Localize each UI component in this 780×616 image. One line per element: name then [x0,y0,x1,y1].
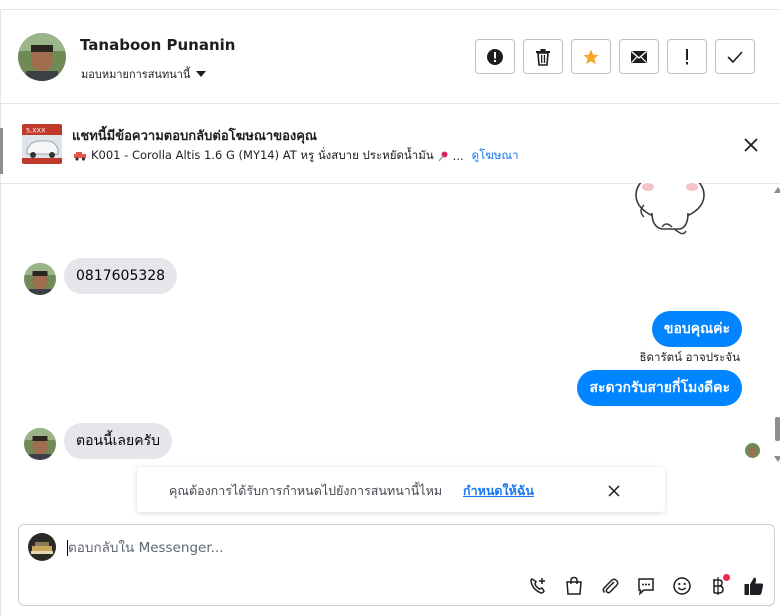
smiley-icon [673,577,691,595]
ad-side-tab [0,128,3,174]
delete-button[interactable] [523,39,563,74]
outgoing-message-bubble[interactable]: สะดวกรับสายกี่โมงดีคะ [577,370,742,406]
seen-indicator-avatar [745,443,760,458]
ad-banner-title: แชทนี้มีข้อความตอบกลับต่อโฆษณาของคุณ [72,129,317,144]
scroll-down-arrow[interactable] [774,456,780,462]
shop-button[interactable] [561,573,587,599]
composer-toolbar [525,573,767,599]
ad-ellipsis: ... [452,149,464,163]
attach-file-button[interactable] [597,573,623,599]
incoming-message-bubble[interactable]: ตอนนี้เลยครับ [64,423,172,459]
car-icon [74,152,86,161]
bunny-sticker [628,170,718,238]
close-icon [608,485,620,497]
conversation-header: Tanaboon Punanin มอบหมายการสนทนานี้ [0,10,780,104]
paperclip-icon [602,578,619,594]
like-button[interactable] [741,573,767,599]
payment-button[interactable] [705,573,731,599]
add-call-icon [530,578,545,594]
mark-done-button[interactable] [715,39,755,74]
caret-down-icon [196,71,207,77]
ad-product-text: K001 - Corolla Altis 1.6 G (MY14) AT หรู… [91,148,434,162]
star-button[interactable] [571,39,611,74]
close-ad-banner-button[interactable] [741,135,761,155]
saved-replies-button[interactable] [633,573,659,599]
thumbs-up-icon [744,577,764,595]
assign-prompt-text: คุณต้องการได้รับการกำหนดไปยังการสนทนานี้… [169,483,443,498]
ad-reply-banner: 5,XXX แชทนี้มีข้อความตอบกลับต่อโฆษณาของค… [0,104,780,184]
assign-prompt-toast: คุณต้องการได้รับการกำหนดไปยังการสนทนานี้… [137,467,665,512]
notification-dot [723,574,730,581]
mark-unread-button[interactable] [619,39,659,74]
speech-bubble-icon [638,578,654,596]
shopping-bag-icon [566,576,582,595]
contact-avatar[interactable] [18,33,66,81]
contact-message-avatar[interactable] [24,428,56,460]
close-toast-button[interactable] [607,483,621,497]
incoming-message-bubble[interactable]: 0817605328 [64,258,178,294]
assign-conversation-dropdown[interactable]: มอบหมายการสนทนานี้ [81,65,207,83]
message-composer [18,524,775,606]
emoji-button[interactable] [669,573,695,599]
assign-label: มอบหมายการสนทนานี้ [81,68,191,81]
assign-to-me-link[interactable]: กำหนดให้ฉัน [463,481,534,501]
top-divider [0,0,780,10]
check-icon [727,50,743,63]
scrollbar-thumb[interactable] [775,417,780,441]
trash-icon [536,48,550,66]
star-icon [583,49,599,64]
alert-circle-icon [487,48,503,65]
envelope-icon [631,50,647,63]
contact-message-avatar[interactable] [24,263,56,295]
contact-name[interactable]: Tanaboon Punanin [80,36,235,54]
outgoing-message-bubble[interactable]: ขอบคุณค่ะ [651,311,742,347]
sender-name-label: ธิดารัตน์ อาจประจัน [639,350,740,364]
exclamation-icon [686,48,688,64]
report-spam-button[interactable] [475,39,515,74]
add-call-button[interactable] [525,573,551,599]
close-icon [744,138,758,152]
messenger-conversation-panel: Tanaboon Punanin มอบหมายการสนทนานี้ 5,XX… [0,0,780,616]
ad-thumbnail[interactable]: 5,XXX [22,124,62,164]
follow-up-button[interactable] [667,39,707,74]
message-input[interactable] [68,537,668,559]
svg-text:5,XXX: 5,XXX [26,127,46,135]
ad-banner-subtitle: K001 - Corolla Altis 1.6 G (MY14) AT หรู… [73,147,519,165]
page-avatar [28,533,56,561]
scroll-up-arrow[interactable] [774,187,780,193]
pushpin-icon [438,151,448,161]
view-ad-link[interactable]: ดูโฆษณา [472,147,519,165]
header-actions [475,39,755,74]
